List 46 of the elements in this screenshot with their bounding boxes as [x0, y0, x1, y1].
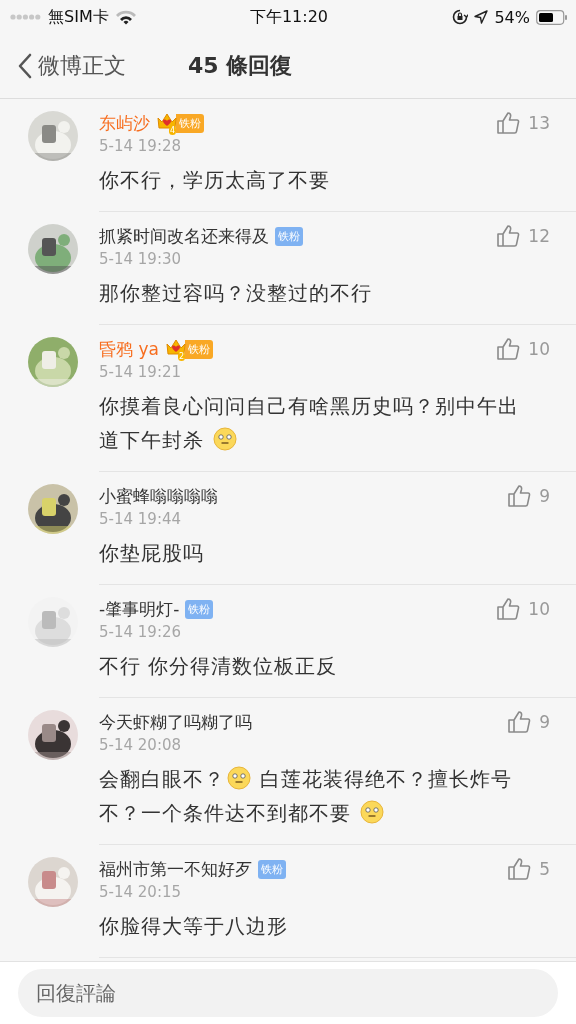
- page-title: 45 條回復: [188, 52, 293, 80]
- emoji-icon: [213, 427, 238, 451]
- user-name[interactable]: -肇事明灯-: [99, 597, 180, 621]
- battery-percent: 54%: [494, 7, 530, 27]
- fan-badge: 铁粉: [258, 859, 286, 879]
- like-button[interactable]: 9: [507, 710, 550, 734]
- comment-text: 你垫屁股吗: [99, 540, 205, 567]
- user-name[interactable]: 东屿沙: [99, 111, 150, 135]
- comment-text: 不行 你分得清数位板正反: [99, 653, 339, 680]
- carrier-text: 無SIM卡: [48, 6, 109, 28]
- emoji-icon: [227, 766, 251, 790]
- clock-text: 下午11:20: [249, 6, 329, 28]
- comment-time: 5-14 19:21: [99, 363, 183, 381]
- comment-time: 5-14 19:26: [99, 623, 183, 641]
- comment-time: 5-14 19:44: [99, 510, 183, 528]
- comment-text: 你不行，学历太高了不要: [99, 167, 331, 194]
- chevron-left-icon: [18, 53, 32, 79]
- emoji-icon: [360, 800, 385, 824]
- user-name[interactable]: 福州市第一不知好歹: [99, 857, 252, 881]
- like-button[interactable]: 9: [507, 484, 550, 508]
- comment-text: 你摸着良心问问自己有啥黑历史吗？别中午出道下午封杀: [99, 393, 520, 454]
- like-button[interactable]: 10: [496, 337, 550, 361]
- comment-text: 那你整过容吗？没整过的不行: [99, 280, 373, 307]
- battery-icon: [536, 9, 568, 25]
- user-name[interactable]: 抓紧时间改名还来得及: [99, 224, 269, 248]
- signal-icon: [10, 14, 42, 20]
- reply-field[interactable]: 回復評論: [18, 969, 558, 1017]
- comment-time: 5-14 19:30: [99, 250, 183, 268]
- back-button[interactable]: 微博正文: [0, 51, 126, 81]
- user-name[interactable]: 小蜜蜂嗡嗡嗡嗡: [99, 484, 218, 508]
- like-button[interactable]: 5: [507, 857, 550, 881]
- fan-badge: 铁粉: [185, 599, 214, 619]
- user-name[interactable]: 今天虾糊了吗糊了吗: [99, 710, 252, 734]
- wifi-icon: [114, 9, 137, 25]
- rotation-lock-icon: [452, 9, 469, 25]
- fan-badge: 铁粉: [275, 226, 303, 246]
- comment-time: 5-14 20:15: [99, 883, 183, 901]
- like-button[interactable]: 13: [496, 111, 550, 135]
- like-button[interactable]: 10: [496, 597, 550, 621]
- location-icon: [474, 10, 489, 24]
- comment-text: 你脸得大等于八边形: [99, 913, 289, 940]
- like-button[interactable]: 12: [496, 224, 550, 248]
- comment-text: 会翻白眼不？ 白莲花装得绝不？擅长炸号不？一个条件达不到都不要: [99, 765, 514, 827]
- comment-time: 5-14 19:28: [99, 137, 183, 155]
- comment-time: 5-14 20:08: [99, 736, 183, 754]
- user-name[interactable]: 昏鸦 ya: [99, 337, 159, 361]
